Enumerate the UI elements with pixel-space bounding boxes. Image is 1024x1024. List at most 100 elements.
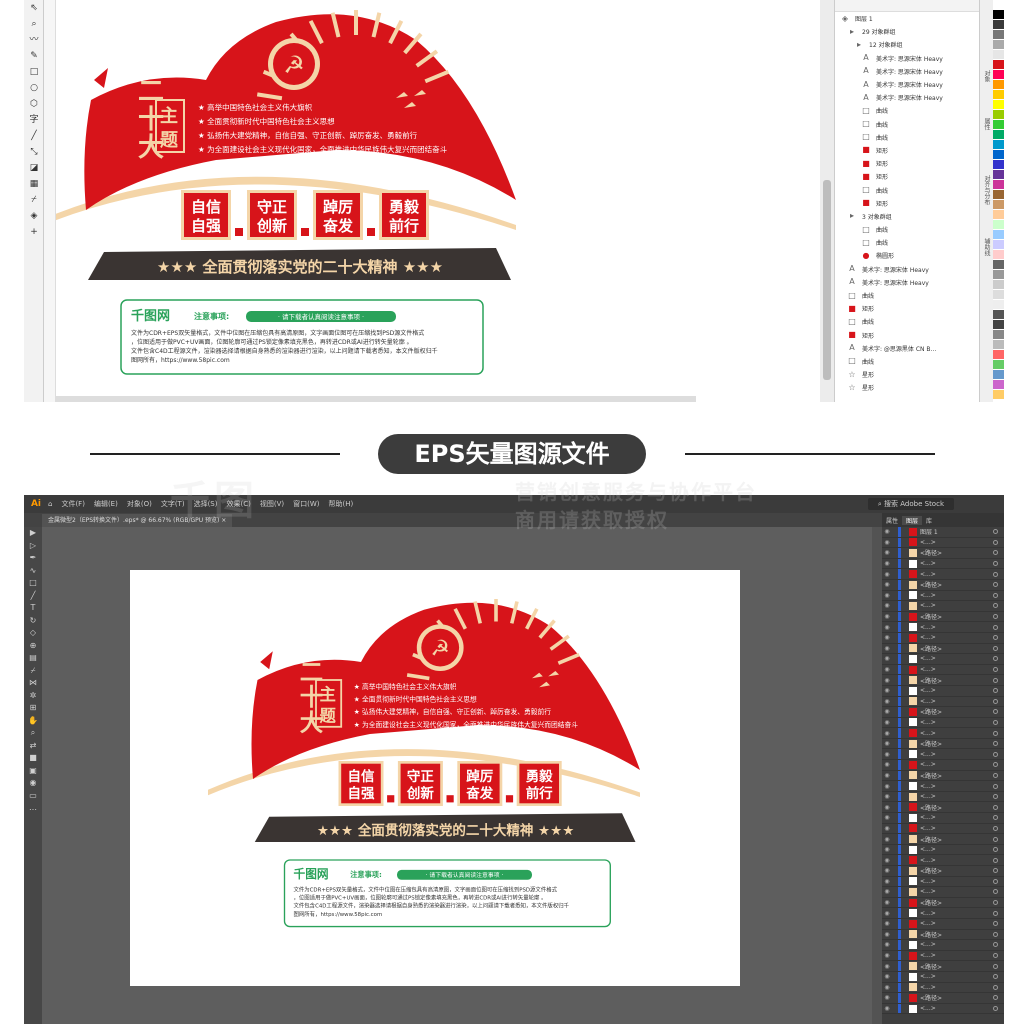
target-circle-icon[interactable] (993, 942, 998, 948)
sublayer-row[interactable]: ◉ <路径> (882, 802, 1004, 814)
sublayer-row[interactable]: ◉ <...> (882, 590, 1004, 602)
object-list-item[interactable]: □ 曲线 (835, 236, 979, 249)
palette-swatch[interactable] (993, 120, 1004, 130)
visibility-eye-icon[interactable]: ◉ (882, 941, 892, 948)
target-circle-icon[interactable] (993, 656, 998, 662)
object-list-item[interactable]: A 美术字: 思源宋体 Heavy (835, 91, 979, 104)
visibility-eye-icon[interactable]: ◉ (882, 687, 892, 694)
visibility-eye-icon[interactable]: ◉ (882, 539, 892, 546)
palette-swatch[interactable] (993, 30, 1004, 40)
palette-swatch[interactable] (993, 270, 1004, 280)
docker-tab-guides[interactable]: 辅助线 (982, 238, 991, 256)
freehand-tool-icon[interactable]: 〰 (24, 32, 44, 48)
palette-swatch[interactable] (993, 320, 1004, 330)
visibility-eye-icon[interactable]: ◉ (882, 772, 892, 779)
visibility-eye-icon[interactable]: ◉ (882, 804, 892, 811)
palette-swatch[interactable] (993, 90, 1004, 100)
target-circle-icon[interactable] (993, 878, 998, 884)
visibility-eye-icon[interactable]: ◉ (882, 857, 892, 864)
type-tool-icon[interactable]: T (24, 602, 42, 615)
target-circle-icon[interactable] (993, 624, 998, 630)
target-circle-icon[interactable] (993, 921, 998, 927)
sublayer-row[interactable]: ◉ <...> (882, 654, 1004, 665)
visibility-eye-icon[interactable]: ◉ (882, 655, 892, 662)
target-circle-icon[interactable] (993, 974, 998, 980)
coreldraw-canvas[interactable]: ☭ 二十大主题 ★ 高举中国特色社会主义伟大旗帜 ★ 全面贯彻新时代中国特色社会主义思… (36, 0, 696, 402)
sublayer-row[interactable]: ◉ <...> (882, 855, 1004, 866)
palette-swatch[interactable] (993, 140, 1004, 150)
object-list-item[interactable]: □ 曲线 (835, 183, 979, 196)
sublayer-row[interactable]: ◉ <...> (882, 908, 1004, 919)
target-circle-icon[interactable] (993, 550, 998, 556)
visibility-eye-icon[interactable]: ◉ (882, 867, 892, 874)
target-circle-icon[interactable] (993, 561, 998, 567)
zoom-tool-icon[interactable]: ⌕ (24, 727, 42, 740)
target-circle-icon[interactable] (993, 730, 998, 736)
transparency-tool-icon[interactable]: ▦ (24, 176, 44, 192)
target-circle-icon[interactable] (993, 984, 998, 990)
home-icon[interactable]: ⌂ (48, 500, 52, 508)
visibility-eye-icon[interactable]: ◉ (882, 666, 892, 673)
object-list-item[interactable]: A 美术字: 思源宋体 Heavy (835, 263, 979, 276)
palette-swatch[interactable] (993, 130, 1004, 140)
visibility-eye-icon[interactable]: ◉ (882, 899, 892, 906)
target-circle-icon[interactable] (993, 571, 998, 577)
object-list-item[interactable]: A 美术字: @思源黑体 CN B... (835, 342, 979, 355)
visibility-eye-icon[interactable]: ◉ (882, 581, 892, 588)
palette-swatch[interactable] (993, 390, 1004, 400)
palette-swatch[interactable] (993, 340, 1004, 350)
palette-swatch[interactable] (993, 70, 1004, 80)
menu-window[interactable]: 窗口(W) (293, 499, 319, 509)
target-circle-icon[interactable] (993, 910, 998, 916)
target-circle-icon[interactable] (993, 953, 998, 959)
eraser-tool-icon[interactable]: ◇ (24, 627, 42, 640)
palette-swatch[interactable] (993, 240, 1004, 250)
object-list-item[interactable]: ■ 矩形 (835, 157, 979, 170)
layer-row[interactable]: ◉ 图层 1 (882, 527, 1004, 538)
sublayer-row[interactable]: ◉ <...> (882, 558, 1004, 570)
target-circle-icon[interactable] (993, 868, 998, 874)
target-circle-icon[interactable] (993, 677, 998, 683)
tab-libraries[interactable]: 库 (922, 516, 936, 525)
symbol-sprayer-tool-icon[interactable]: ✲ (24, 690, 42, 703)
fill-stroke-icon[interactable]: ■ (24, 752, 42, 765)
palette-swatch[interactable] (993, 160, 1004, 170)
pen-tool-icon[interactable]: ✒ (24, 552, 42, 565)
brush-tool-icon[interactable]: ╱ (24, 590, 42, 603)
tab-layers[interactable]: 图层 (902, 515, 923, 525)
target-circle-icon[interactable] (993, 688, 998, 694)
sublayer-row[interactable]: ◉ <...> (882, 971, 1004, 983)
color-mode-icon[interactable]: ▣ (24, 765, 42, 778)
palette-swatch[interactable] (993, 350, 1004, 360)
document-tab[interactable]: 金属微型2（EPS转换文件）.eps* @ 66.67% (RGB/GPU 预览… (42, 514, 233, 527)
palette-swatch[interactable] (993, 230, 1004, 240)
palette-swatch[interactable] (993, 190, 1004, 200)
sublayer-row[interactable]: ◉ <...> (882, 632, 1004, 644)
target-circle-icon[interactable] (993, 529, 998, 535)
visibility-eye-icon[interactable]: ◉ (882, 1005, 892, 1012)
sublayer-row[interactable]: ◉ <...> (882, 982, 1004, 994)
eyedropper-tool-icon[interactable]: ⌿ (24, 192, 44, 208)
target-circle-icon[interactable] (993, 931, 998, 937)
menu-view[interactable]: 视图(V) (260, 499, 284, 509)
object-list-item[interactable]: ▸ 3 对象群组 (835, 210, 979, 223)
menu-object[interactable]: 对象(O) (127, 499, 152, 509)
line-tool-icon[interactable]: ╱ (24, 128, 44, 144)
object-list-item[interactable]: □ 曲线 (835, 104, 979, 117)
palette-swatch[interactable] (993, 200, 1004, 210)
palette-swatch[interactable] (993, 370, 1004, 380)
target-circle-icon[interactable] (993, 794, 998, 800)
target-circle-icon[interactable] (993, 783, 998, 789)
visibility-eye-icon[interactable]: ◉ (882, 825, 892, 832)
selection-tool-icon[interactable]: ▶ (24, 527, 42, 540)
eyedropper-tool-icon[interactable]: ⌿ (24, 665, 42, 678)
connector-tool-icon[interactable]: ⤡ (24, 144, 44, 160)
visibility-eye-icon[interactable]: ◉ (882, 910, 892, 917)
visibility-eye-icon[interactable]: ◉ (882, 592, 892, 599)
direct-selection-tool-icon[interactable]: ▷ (24, 540, 42, 553)
sublayer-row[interactable]: ◉ <...> (882, 950, 1004, 962)
visibility-eye-icon[interactable]: ◉ (882, 761, 892, 768)
target-circle-icon[interactable] (993, 667, 998, 673)
rotate-tool-icon[interactable]: ↻ (24, 615, 42, 628)
target-circle-icon[interactable] (993, 592, 998, 598)
